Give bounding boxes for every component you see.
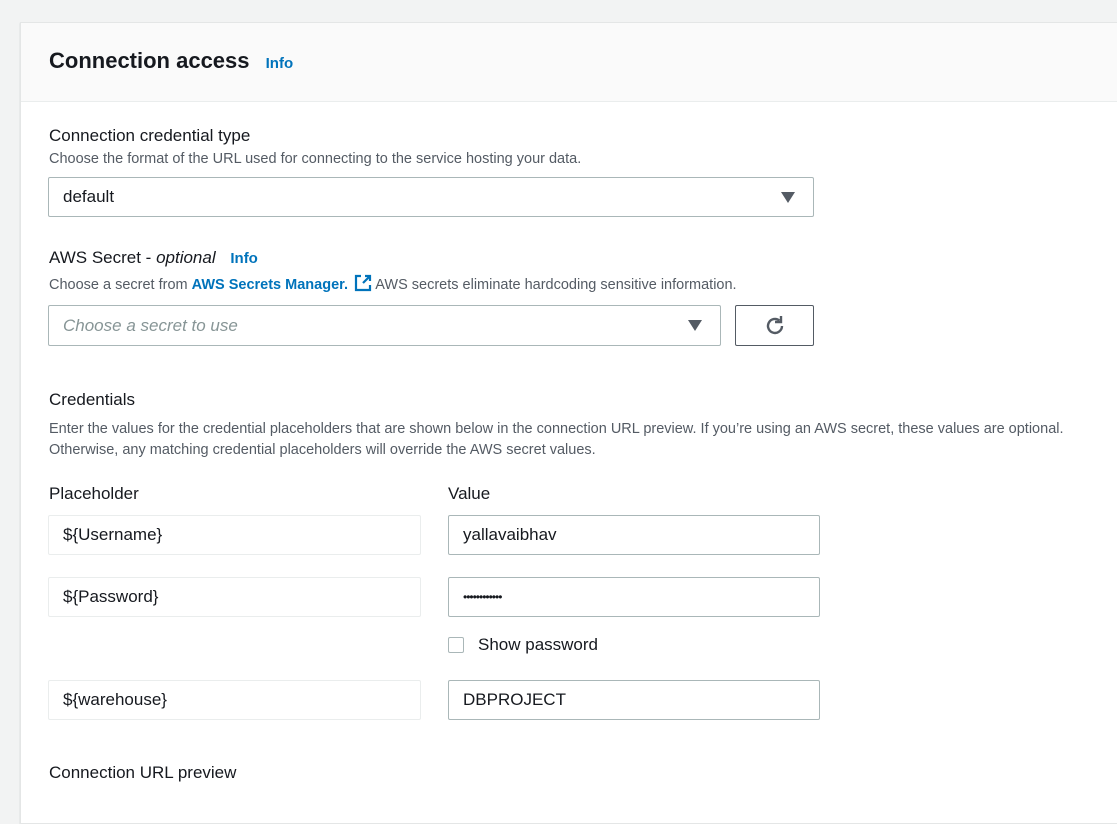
secret-select[interactable]: Choose a secret to use (48, 305, 721, 346)
placeholder-header: Placeholder (49, 484, 139, 503)
secret-select-placeholder: Choose a secret to use (63, 315, 238, 335)
aws-secret-label-text: AWS Secret - (49, 248, 157, 267)
aws-secret-description: Choose a secret from AWS Secrets Manager… (49, 274, 737, 296)
caret-down-icon (781, 192, 795, 203)
desc-suffix: AWS secrets eliminate hardcoding sensiti… (372, 277, 737, 293)
refresh-button[interactable] (735, 305, 814, 346)
credential-type-select[interactable]: default (48, 177, 814, 217)
secrets-manager-link[interactable]: AWS Secrets Manager. (192, 277, 348, 293)
section-title: Connection access Info (49, 48, 293, 74)
credentials-description: Enter the values for the credential plac… (49, 421, 1064, 458)
show-password-checkbox[interactable]: Show password (448, 635, 598, 655)
optional-tag: optional (156, 248, 216, 267)
show-password-label: Show password (478, 635, 599, 654)
placeholder-field-warehouse: ${warehouse} (48, 680, 421, 720)
caret-down-icon (688, 320, 702, 331)
warehouse-value-input[interactable]: DBPROJECT (448, 680, 820, 720)
checkbox[interactable] (448, 637, 464, 653)
credentials-label: Credentials (49, 390, 135, 409)
info-link[interactable]: Info (266, 55, 294, 72)
aws-secret-label: AWS Secret - optional Info (49, 248, 258, 268)
password-value-input[interactable]: •••••••••••• (448, 577, 820, 617)
value-header: Value (448, 484, 491, 503)
credential-type-label: Connection credential type (49, 126, 251, 145)
section-title-text: Connection access (49, 48, 250, 73)
aws-secret-info-link[interactable]: Info (230, 250, 258, 267)
username-value-input[interactable]: yallavaibhav (448, 515, 820, 555)
credential-type-value: default (63, 187, 115, 206)
refresh-icon (766, 315, 783, 334)
url-preview-label: Connection URL preview (49, 763, 237, 782)
placeholder-field-password: ${Password} (48, 577, 421, 617)
placeholder-field-username: ${Username} (48, 515, 421, 555)
external-link-icon (354, 274, 372, 292)
desc-prefix: Choose a secret from (49, 277, 192, 293)
credential-type-description: Choose the format of the URL used for co… (49, 151, 582, 167)
